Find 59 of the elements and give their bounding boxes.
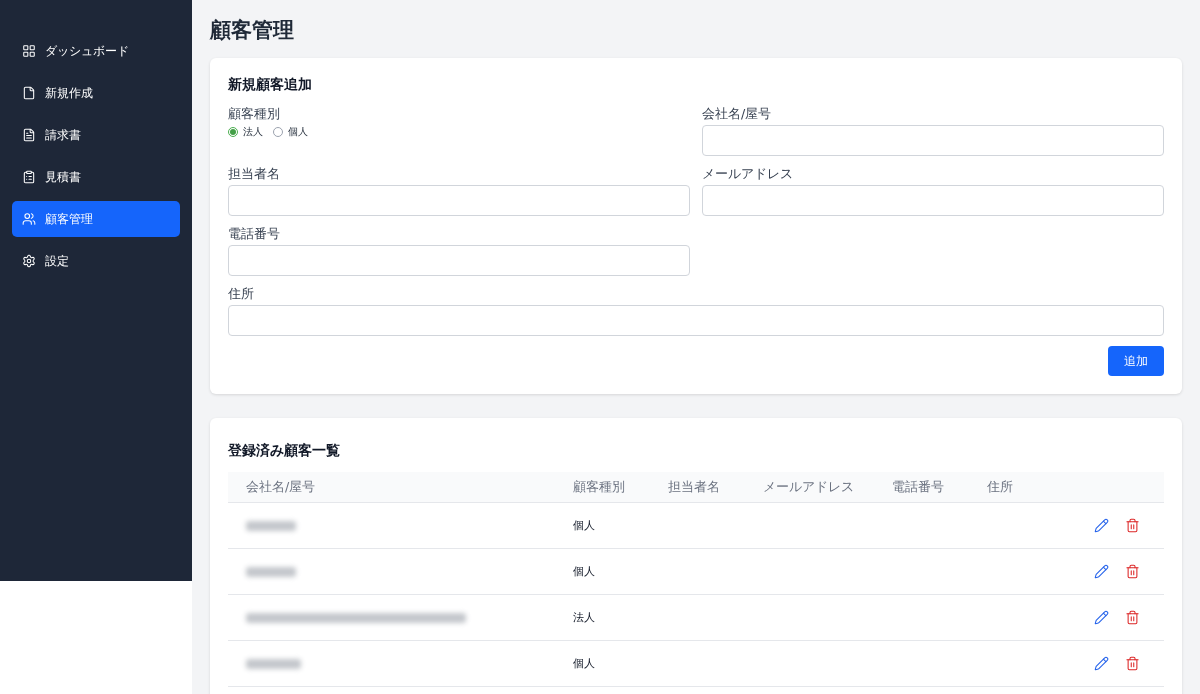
edit-icon[interactable] (1094, 564, 1109, 579)
field-label: 電話番号 (228, 226, 281, 243)
grid-icon (22, 44, 36, 58)
column-header: メールアドレス (763, 478, 855, 496)
column-header: 住所 (987, 478, 1014, 496)
nav-item[interactable]: 顧客管理 (12, 201, 180, 237)
delete-icon[interactable] (1125, 564, 1140, 579)
radio-option[interactable]: 法人 (228, 125, 263, 139)
delete-icon[interactable] (1125, 656, 1140, 671)
edit-icon[interactable] (1094, 610, 1109, 625)
nav-label: 顧客管理 (45, 210, 93, 228)
input-field[interactable] (702, 185, 1164, 216)
table-cell-text: 個人 (573, 656, 596, 671)
nav-item[interactable]: 設定 (12, 243, 180, 279)
nav-item[interactable]: ダッシュボード (12, 33, 180, 69)
input-field[interactable] (228, 185, 690, 216)
table-cell-text: 法人 (573, 610, 596, 625)
table-cell-text: 個人 (573, 564, 596, 579)
users-icon (22, 212, 36, 226)
clipboard-icon (22, 170, 36, 184)
nav-label: 見積書 (45, 168, 81, 186)
nav-item[interactable]: 見積書 (12, 159, 180, 195)
input-field[interactable] (702, 125, 1164, 156)
column-header: 会社名/屋号 (246, 478, 317, 496)
delete-icon[interactable] (1125, 610, 1140, 625)
field-label: 会社名/屋号 (702, 106, 773, 123)
column-header: 顧客種別 (573, 478, 626, 496)
nav-label: 請求書 (45, 126, 81, 144)
document-icon (22, 86, 36, 100)
nav-label: ダッシュボード (45, 42, 129, 60)
card-title: 新規顧客追加 (228, 76, 313, 94)
radio-label: 法人 (243, 125, 263, 139)
settings-icon (22, 254, 36, 268)
delete-icon[interactable] (1125, 518, 1140, 533)
column-header: 電話番号 (892, 478, 945, 496)
input-field[interactable] (228, 245, 690, 276)
blurred-text (246, 520, 296, 531)
field-label: 顧客種別 (228, 106, 281, 123)
add-button[interactable]: 追加 (1108, 346, 1164, 376)
page-title: 顧客管理 (210, 17, 295, 44)
nav-label: 設定 (45, 252, 69, 270)
field-label: 担当者名 (228, 166, 281, 183)
input-field[interactable] (228, 305, 1164, 336)
nav-item[interactable]: 請求書 (12, 117, 180, 153)
field-label: メールアドレス (702, 166, 794, 183)
radio-label: 個人 (288, 125, 308, 139)
blurred-text (246, 658, 301, 669)
nav-label: 新規作成 (45, 84, 93, 102)
blurred-text (246, 566, 296, 577)
radio-button[interactable] (228, 127, 238, 137)
nav-item[interactable]: 新規作成 (12, 75, 180, 111)
radio-option[interactable]: 個人 (273, 125, 308, 139)
card-title: 登録済み顧客一覧 (228, 442, 341, 460)
field-label: 住所 (228, 286, 255, 303)
edit-icon[interactable] (1094, 656, 1109, 671)
document-icon (22, 128, 36, 142)
edit-icon[interactable] (1094, 518, 1109, 533)
column-header: 担当者名 (668, 478, 721, 496)
table-cell-text: 個人 (573, 518, 596, 533)
